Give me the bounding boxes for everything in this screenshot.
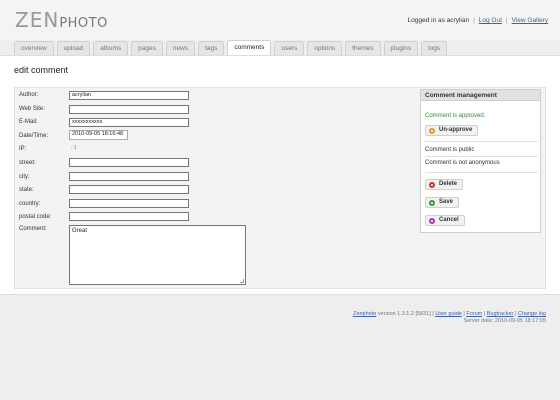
- delete-label: Delete: [439, 181, 458, 187]
- version-text: version 1.3.1.2 [5831] |: [376, 311, 436, 317]
- cancel-label: Cancel: [439, 217, 459, 223]
- tab-comments[interactable]: comments: [227, 40, 272, 55]
- unapprove-button[interactable]: Un-approve: [425, 125, 479, 136]
- delete-button[interactable]: Delete: [425, 179, 464, 190]
- header: ZEN PHOTO Logged in as acrylian | Log Out |…: [0, 0, 560, 40]
- approved-status: Comment is approved.: [425, 113, 486, 119]
- postal-code-field[interactable]: [69, 212, 189, 221]
- comment-management-title: Comment management: [421, 90, 540, 101]
- footer: Zenphoto version 1.3.1.2 [5831] | User g…: [353, 311, 546, 325]
- userbar-separator: |: [473, 17, 475, 24]
- comment-label: Comment:: [19, 226, 47, 232]
- footer-links: Zenphoto version 1.3.1.2 [5831] | User g…: [353, 311, 546, 318]
- tab-plugins[interactable]: plugins: [383, 41, 419, 55]
- website-label: Web Site:: [19, 106, 45, 112]
- zenphoto-link[interactable]: Zenphoto: [353, 311, 376, 317]
- logo-zen: ZEN: [15, 8, 60, 32]
- logout-link[interactable]: Log Out: [479, 17, 502, 24]
- ip-field: ::1: [71, 145, 78, 151]
- author-label: Author:: [19, 92, 39, 98]
- email-label: E-Mail:: [19, 119, 38, 125]
- tab-logs[interactable]: logs: [421, 41, 448, 55]
- save-icon: [429, 199, 435, 206]
- bugtracker-link[interactable]: Bugtracker: [487, 311, 514, 317]
- tab-pages[interactable]: pages: [131, 41, 163, 55]
- divider: [425, 156, 538, 157]
- ip-label: IP:: [19, 146, 27, 152]
- resize-handle-icon[interactable]: [240, 279, 244, 283]
- divider: [425, 172, 538, 173]
- page-title: edit comment: [14, 65, 69, 75]
- tab-overview[interactable]: overview: [14, 41, 54, 55]
- state-field[interactable]: [69, 185, 189, 194]
- userbar: Logged in as acrylian | Log Out | View Galle…: [408, 17, 548, 24]
- logged-in-text: Logged in as acrylian: [407, 17, 470, 24]
- save-button[interactable]: Save: [425, 197, 460, 208]
- divider: [425, 141, 538, 142]
- unapprove-label: Un-approve: [439, 127, 473, 133]
- userbar-separator: |: [505, 17, 508, 24]
- country-label: country:: [19, 201, 41, 207]
- tab-users[interactable]: users: [274, 41, 305, 55]
- street-label: street:: [19, 160, 36, 166]
- unapprove-icon: [429, 127, 435, 134]
- logo-photo: PHOTO: [59, 16, 108, 31]
- tab-albums[interactable]: albums: [93, 41, 129, 55]
- comment-management-box: Comment management Comment is approved. …: [420, 89, 541, 233]
- datetime-label: Date/Time:: [19, 133, 49, 139]
- tab-upload[interactable]: upload: [56, 41, 91, 55]
- state-label: state:: [19, 187, 34, 193]
- delete-icon: [429, 181, 435, 188]
- zenphoto-logo[interactable]: ZEN PHOTO: [15, 8, 108, 32]
- anonymous-status: Comment is not anonymous: [425, 160, 500, 166]
- tab-tags[interactable]: tags: [198, 41, 225, 55]
- forum-link[interactable]: Forum: [466, 311, 482, 317]
- user-guide-link[interactable]: User guide: [435, 311, 462, 317]
- website-field[interactable]: [69, 105, 189, 114]
- country-field[interactable]: [69, 199, 189, 208]
- street-field[interactable]: [69, 158, 189, 167]
- city-label: city:: [19, 174, 30, 180]
- postal-code-label: postal code:: [19, 214, 52, 220]
- email-field[interactable]: xxxxxxxxxxx: [69, 118, 189, 127]
- author-field[interactable]: acrylian: [69, 91, 189, 100]
- save-label: Save: [439, 199, 454, 205]
- comment-textarea[interactable]: Great: [69, 225, 246, 285]
- tab-options[interactable]: options: [307, 41, 343, 55]
- view-gallery-link[interactable]: View Gallery: [512, 17, 548, 24]
- cancel-icon: [429, 217, 435, 224]
- server-date: Server date: 2010-09-05 18:17:05: [463, 318, 546, 324]
- tab-news[interactable]: news: [165, 41, 196, 55]
- changelog-link[interactable]: Change log: [518, 311, 546, 317]
- admin-tabs: overview upload albums pages news tags c…: [14, 40, 450, 55]
- city-field[interactable]: [69, 172, 189, 181]
- tab-themes[interactable]: themes: [345, 41, 381, 55]
- datetime-field[interactable]: 2010-09-05 18:16:48: [69, 130, 128, 140]
- comment-text: Great: [72, 228, 88, 234]
- public-status: Comment is public: [425, 147, 475, 153]
- cancel-button[interactable]: Cancel: [425, 215, 465, 226]
